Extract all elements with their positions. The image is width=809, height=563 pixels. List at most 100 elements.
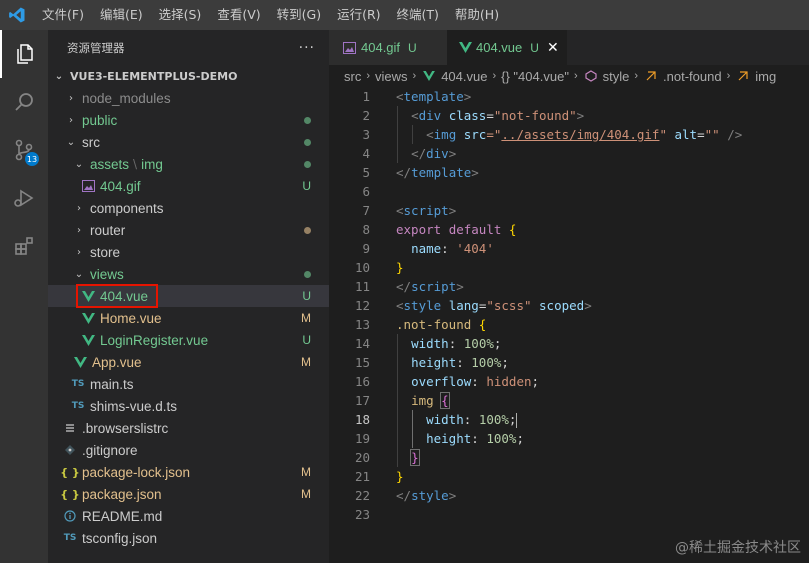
code-line-current: 18 width: 100%; — [354, 412, 518, 428]
git-file-icon — [62, 444, 78, 456]
activity-bar: 13 — [0, 30, 48, 563]
tree-item-gitignore[interactable]: .gitignore — [48, 439, 329, 461]
tree-item-shims-vue-d-ts[interactable]: TS shims-vue.d.ts — [48, 395, 329, 417]
menu-view[interactable]: 查看(V) — [209, 0, 268, 30]
chevron-down-icon: ⌄ — [54, 70, 64, 82]
tree-item-label: App.vue — [92, 354, 142, 370]
tsconfig-file-icon: TS — [63, 533, 77, 543]
highlight-box — [76, 284, 158, 308]
tree-item-404-vue[interactable]: 404.vue U — [48, 284, 329, 308]
chevron-down-icon: ⌄ — [74, 158, 84, 170]
code-line: 23 — [354, 507, 370, 522]
menu-selection[interactable]: 选择(S) — [151, 0, 210, 30]
menu-run[interactable]: 运行(R) — [329, 0, 388, 30]
config-file-icon — [62, 422, 78, 434]
code-line: 22 </style> — [354, 488, 457, 503]
code-line: 2 <div class="not-found"> — [362, 108, 585, 123]
tree-item-loginregister-vue[interactable]: LoginRegister.vue U — [48, 329, 329, 351]
code-line: 4 </div> — [362, 146, 457, 161]
tab-404-gif[interactable]: 404.gif U — [329, 30, 447, 65]
code-editor[interactable]: 1 <template> 2 <div class="not-found"> 3 … — [329, 87, 809, 563]
tree-item-home-vue[interactable]: Home.vue M — [48, 307, 329, 329]
menu-terminal[interactable]: 终端(T) — [389, 0, 447, 30]
menu-bar: 文件(F) 编辑(E) 选择(S) 查看(V) 转到(G) 运行(R) 终端(T… — [34, 0, 507, 30]
more-actions-icon[interactable]: ··· — [299, 40, 315, 56]
source-control-icon[interactable]: 13 — [0, 126, 48, 174]
git-status-modified: M — [301, 465, 311, 479]
breadcrumb-file[interactable]: 404.vue — [441, 69, 487, 84]
chevron-right-icon: › — [77, 224, 81, 236]
chevron-right-icon: › — [634, 70, 639, 82]
chevron-down-icon: ⌄ — [66, 136, 76, 148]
vue-file-icon — [421, 71, 437, 81]
status-dot — [304, 161, 311, 168]
tab-404-vue[interactable]: 404.vue U ✕ — [447, 30, 567, 65]
close-icon[interactable]: ✕ — [547, 39, 559, 56]
tree-item-browserslistrc[interactable]: .browserslistrc — [48, 417, 329, 439]
breadcrumb-img[interactable]: img — [755, 69, 776, 84]
code-line: 16 overflow: hidden; — [354, 374, 540, 389]
code-line: 11 </script> — [354, 279, 464, 294]
run-debug-icon[interactable] — [0, 174, 48, 222]
breadcrumb-selector[interactable]: .not-found — [663, 69, 722, 84]
tree-item-store[interactable]: › store — [48, 241, 329, 263]
tree-item-tsconfig-json[interactable]: TS tsconfig.json — [48, 527, 329, 549]
tree-item-app-vue[interactable]: App.vue M — [48, 351, 329, 373]
tree-item-label: main.ts — [90, 376, 134, 392]
menu-file[interactable]: 文件(F) — [34, 0, 92, 30]
project-root[interactable]: ⌄ VUE3-ELEMENTPLUS-DEMO — [48, 65, 329, 87]
code-line: 14 width: 100%; — [354, 336, 502, 351]
status-dot — [304, 227, 311, 234]
tree-item-label-2: img — [141, 156, 163, 172]
git-status-modified: M — [301, 311, 311, 325]
extensions-icon[interactable] — [0, 222, 48, 270]
explorer-icon[interactable] — [0, 30, 48, 78]
tree-item-label: store — [90, 244, 121, 260]
vue-file-icon — [72, 356, 88, 368]
vscode-logo-icon — [0, 0, 34, 30]
breadcrumb-module[interactable]: {} "404.vue" — [501, 69, 569, 84]
tree-item-main-ts[interactable]: TS main.ts — [48, 373, 329, 395]
code-line: 13 .not-found { — [354, 317, 487, 332]
menu-go[interactable]: 转到(G) — [269, 0, 329, 30]
tree-item-components[interactable]: › components — [48, 197, 329, 219]
tab-label: 404.vue — [476, 40, 523, 55]
explorer-title: 资源管理器 — [67, 40, 125, 55]
chevron-down-icon: ⌄ — [74, 268, 84, 280]
chevron-right-icon: › — [573, 70, 578, 82]
tree-item-node-modules[interactable]: › node_modules — [48, 87, 329, 109]
tree-item-views[interactable]: ⌄ views — [48, 263, 329, 285]
code-line: 20 } — [354, 449, 420, 466]
code-line: 6 — [362, 184, 370, 199]
breadcrumb-views[interactable]: views — [375, 69, 408, 84]
editor-tabs: 404.gif U 404.vue U ✕ — [329, 30, 809, 65]
tree-item-package-json[interactable]: { } package.json M — [48, 483, 329, 505]
chevron-right-icon: › — [77, 202, 81, 214]
tree-item-404-gif[interactable]: 404.gif U — [48, 175, 329, 197]
tree-item-src[interactable]: ⌄ src — [48, 131, 329, 153]
tree-item-router[interactable]: › router — [48, 219, 329, 241]
tree-item-public[interactable]: › public — [48, 109, 329, 131]
explorer-header: 资源管理器 ··· — [48, 30, 329, 65]
chevron-right-icon: › — [69, 92, 73, 104]
json-file-icon: { } — [60, 487, 80, 501]
tab-status: U — [408, 40, 417, 55]
search-icon[interactable] — [0, 78, 48, 126]
code-line: 19 height: 100%; — [354, 431, 524, 446]
tree-item-label: README.md — [82, 508, 163, 524]
menu-help[interactable]: 帮助(H) — [447, 0, 507, 30]
chevron-right-icon: › — [412, 70, 417, 82]
tree-item-package-lock-json[interactable]: { } package-lock.json M — [48, 461, 329, 483]
selector-symbol-icon — [735, 70, 751, 82]
breadcrumb-style[interactable]: style — [603, 69, 630, 84]
tree-item-assets-img[interactable]: ⌄ assets \ img — [48, 153, 329, 175]
tree-item-label: LoginRegister.vue — [100, 332, 209, 348]
tree-item-readme-md[interactable]: README.md — [48, 505, 329, 527]
chevron-right-icon: › — [77, 246, 81, 258]
tree-item-label: node_modules — [82, 90, 171, 106]
tree-item-label: Home.vue — [100, 310, 162, 326]
json-file-icon: { } — [60, 465, 80, 479]
breadcrumb-src[interactable]: src — [344, 69, 361, 84]
code-line: 15 height: 100%; — [354, 355, 509, 370]
menu-edit[interactable]: 编辑(E) — [92, 0, 151, 30]
